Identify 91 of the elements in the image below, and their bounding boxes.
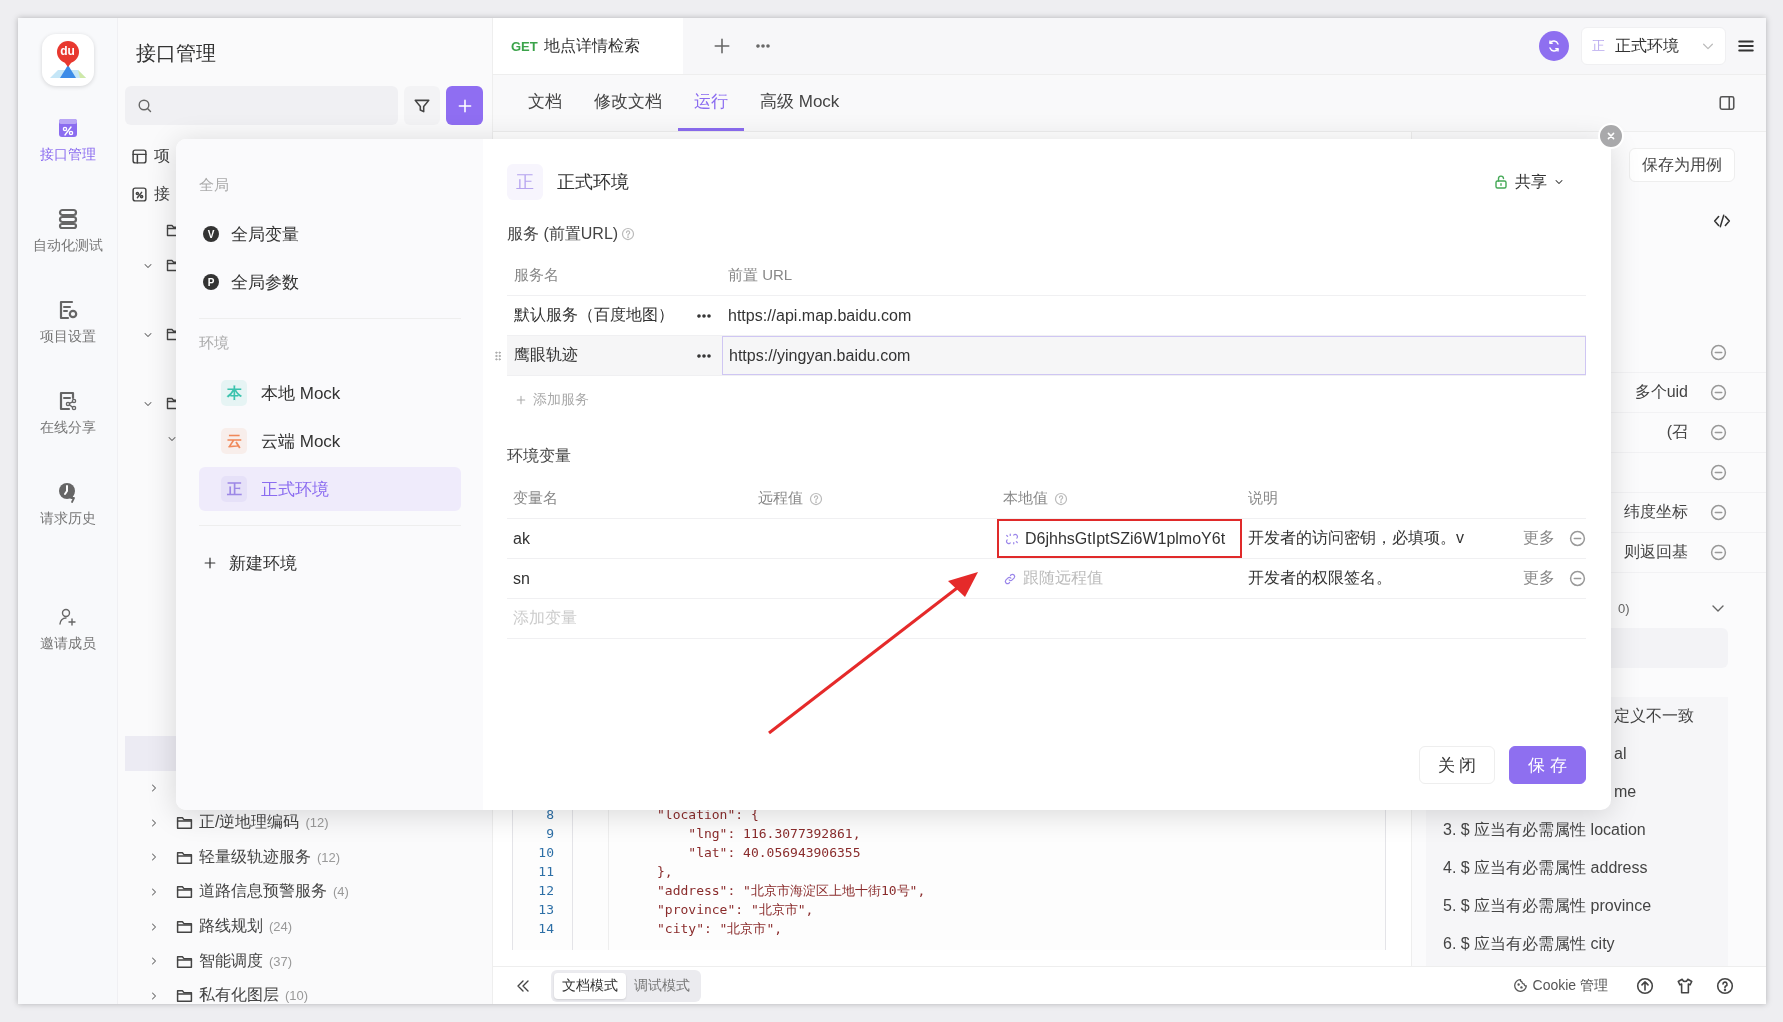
doc-tab[interactable]: 文档 (512, 75, 578, 131)
line-number: 14 (537, 920, 555, 938)
column-header: 说明 (1248, 489, 1278, 508)
more-link[interactable]: 更多 (1523, 568, 1563, 589)
column-header: 服务名 (514, 266, 559, 285)
save-as-case-button[interactable]: 保存为用例 (1629, 148, 1735, 182)
global-item[interactable]: V 全局变量 (199, 210, 461, 258)
new-environment-button[interactable]: 新建环境 (199, 551, 461, 575)
column-header: 前置 URL (728, 266, 793, 285)
validation-message: 定义不一致 (1614, 705, 1694, 726)
item-count: (12) (317, 849, 341, 865)
folder-name[interactable]: 智能调度 (199, 950, 263, 972)
nav-item[interactable]: 自动化测试 (18, 197, 118, 288)
line-number: 11 (537, 863, 555, 881)
nav-item[interactable]: 邀请成员 (18, 595, 118, 686)
service-name: 鹰眼轨迹 (514, 345, 578, 365)
folder-name[interactable]: 道路信息预警服务 (199, 881, 327, 903)
more-link[interactable]: 更多 (1523, 528, 1563, 549)
code-line: "lat": 40.056943906355 (687, 844, 862, 862)
row-text: (召 (1666, 422, 1688, 442)
column-header: 本地值 (1003, 489, 1048, 508)
row-text: 则返回基 (1624, 542, 1688, 562)
nav-item[interactable]: 在线分享 (18, 379, 118, 470)
environment-badge: 本 (221, 380, 247, 406)
line-number: 8 (545, 806, 555, 824)
environment-title: 正式环境 (557, 171, 629, 194)
variable-name: ak (513, 529, 530, 548)
folder-name[interactable]: 私有化图层 (199, 985, 279, 1004)
description-text: 开发者的访问密钥，必填项。v (1248, 528, 1465, 548)
close-dialog-button[interactable]: 关 闭 (1418, 746, 1496, 784)
app-logo: du (41, 34, 94, 86)
code-line: "lng": 116.3077392861, (687, 825, 862, 843)
folder-name[interactable]: 路线规划 (199, 916, 263, 937)
line-number: 13 (537, 901, 555, 919)
item-count: (4) (333, 884, 349, 900)
code-line: "city": "北京市", (657, 920, 784, 938)
nav-item[interactable]: 项目设置 (18, 288, 118, 379)
row-text: 多个uid (1634, 382, 1688, 402)
validation-message: me (1614, 783, 1637, 801)
mode-tab[interactable]: 文档模式 (554, 972, 626, 999)
doc-tab[interactable]: 修改文档 (578, 75, 678, 131)
section-heading: 环境 (199, 333, 230, 353)
service-name: 默认服务（百度地图） (514, 305, 674, 325)
line-number: 12 (537, 882, 555, 900)
validation-message: al (1614, 745, 1627, 763)
item-count: (12) (305, 815, 329, 831)
tree-item[interactable]: 接 (154, 183, 170, 205)
local-value-field[interactable]: D6jhhsGtIptSZi6W1plmoY6t (997, 519, 1242, 558)
line-number: 9 (545, 825, 555, 843)
column-header: 远程值 (758, 489, 803, 508)
line-number: 10 (537, 844, 555, 862)
environment-badge: 云 (221, 428, 247, 454)
environment-item[interactable]: 云 云端 Mock (199, 419, 461, 463)
save-button[interactable]: 保 存 (1509, 746, 1586, 784)
item-count: (37) (269, 953, 293, 969)
validation-message: 5. $ 应当有必需属性 province (1443, 895, 1652, 916)
code-line: }, (657, 863, 674, 881)
item-count: (24) (269, 919, 293, 934)
row-text: 0) (1618, 600, 1630, 616)
environment-item[interactable]: 本 本地 Mock (199, 371, 461, 415)
url-field[interactable]: https://yingyan.baidu.com (722, 336, 1586, 375)
url-field[interactable]: https://api.map.baidu.com (722, 296, 1586, 335)
panel-title: 接口管理 (135, 41, 217, 66)
cookie-button[interactable]: Cookie 管理 (1506, 975, 1614, 996)
column-header: 变量名 (513, 489, 558, 508)
tree-item[interactable]: 项 (154, 145, 170, 167)
nav-item[interactable]: 接口管理 (18, 106, 118, 197)
validation-message: 6. $ 应当有必需属性 city (1443, 933, 1615, 954)
item-count: (10) (285, 988, 309, 1004)
section-heading: 全局 (199, 175, 230, 195)
section-title: 服务 (前置URL) (507, 223, 619, 244)
doc-tab[interactable]: 运行 (678, 75, 744, 131)
environment-badge: 正 (507, 164, 543, 200)
code-line: "address": "北京市海淀区上地十街10号", (657, 882, 927, 900)
share-button[interactable]: 共享 (1487, 170, 1571, 194)
validation-message: 4. $ 应当有必需属性 address (1443, 857, 1648, 878)
section-title: 环境变量 (507, 445, 571, 466)
code-line: "province": "北京市", (657, 901, 815, 919)
mode-tab[interactable]: 调试模式 (626, 972, 698, 999)
description-text: 开发者的权限签名。 (1248, 568, 1393, 588)
environment-badge: 正 (221, 476, 247, 502)
row-text: 纬度坐标 (1624, 502, 1688, 522)
global-item[interactable]: P 全局参数 (199, 258, 461, 306)
environment-select[interactable]: 正 正式环境 (1581, 27, 1726, 65)
variable-name: sn (513, 569, 530, 588)
folder-name[interactable]: 轻量级轨迹服务 (199, 846, 311, 868)
request-tab[interactable]: GET 地点详情检索 (493, 18, 683, 74)
nav-item[interactable]: 请求历史 (18, 470, 118, 561)
folder-name[interactable]: 正/逆地理编码 (199, 812, 300, 834)
doc-tab[interactable]: 高级 Mock (744, 75, 856, 131)
validation-message: 3. $ 应当有必需属性 location (1443, 819, 1646, 840)
